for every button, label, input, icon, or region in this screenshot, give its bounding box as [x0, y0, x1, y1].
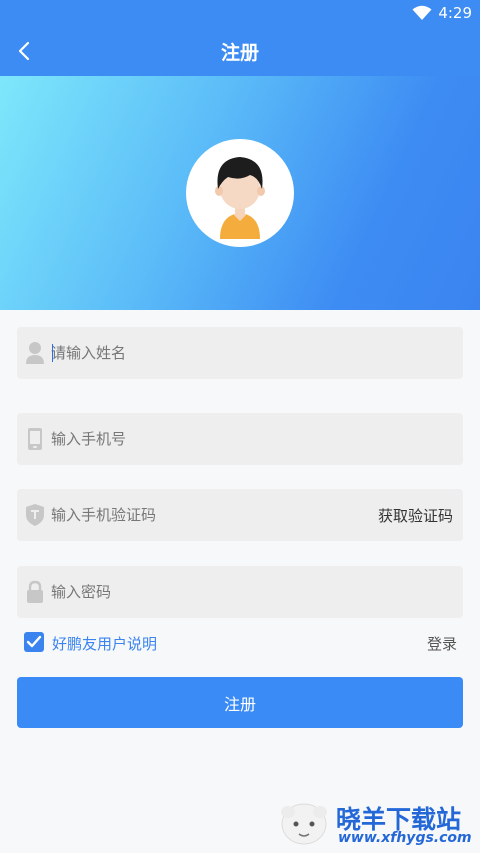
page-title: 注册	[220, 42, 259, 64]
status-bar: 4:29	[0, 0, 480, 26]
sheep-logo-icon	[281, 803, 327, 845]
user-avatar-icon	[215, 157, 265, 239]
password-field	[17, 566, 463, 618]
get-code-button[interactable]: 获取验证码	[378, 505, 453, 526]
avatar[interactable]	[186, 139, 294, 247]
wifi-icon	[412, 5, 432, 20]
shield-icon	[26, 504, 44, 526]
text-caret	[52, 344, 53, 362]
verify-code-input[interactable]	[51, 489, 351, 541]
login-link[interactable]: 登录	[427, 633, 457, 654]
watermark-url: www.xfhygs.com	[338, 830, 472, 846]
phone-input[interactable]	[51, 413, 351, 465]
phone-field	[17, 413, 463, 465]
name-field	[17, 327, 463, 379]
status-time: 4:29	[438, 4, 472, 22]
agreement-checkbox[interactable]	[24, 632, 44, 652]
title-bar: 注册	[0, 26, 480, 76]
check-icon	[26, 635, 42, 648]
person-icon	[26, 342, 44, 364]
watermark: 晓羊下载站 www.xfhygs.com	[276, 796, 480, 853]
lock-icon	[27, 580, 43, 603]
password-input[interactable]	[51, 566, 351, 618]
register-button[interactable]: 注册	[17, 677, 463, 728]
agreement-link[interactable]: 好鹏友用户说明	[52, 633, 157, 654]
name-input[interactable]	[51, 327, 351, 379]
verify-code-field: 获取验证码	[17, 489, 463, 541]
phone-icon	[28, 428, 42, 450]
